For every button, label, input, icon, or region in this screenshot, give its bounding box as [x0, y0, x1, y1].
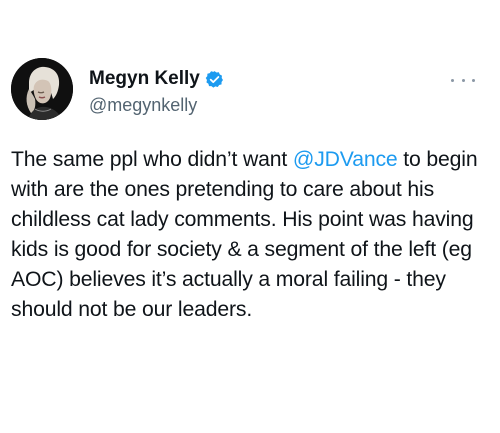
tweet-text-before-mention: The same ppl who didn’t want — [11, 148, 293, 171]
tweet-text-after-mention: to begin with are the ones pretending to… — [11, 148, 478, 321]
author-avatar[interactable] — [11, 58, 73, 120]
more-dot-icon — [461, 78, 465, 82]
mention-link[interactable]: @JDVance — [293, 148, 398, 171]
more-dot-icon — [451, 78, 454, 82]
tweet-text: The same ppl who didn’t want @JDVance to… — [11, 145, 491, 325]
author-handle[interactable]: @megynkelly — [89, 93, 419, 117]
tweet-paragraph: The same ppl who didn’t want @JDVance to… — [11, 145, 491, 325]
tweet-header: Megyn Kelly @megynkelly — [11, 58, 489, 120]
avatar-photo-icon — [11, 58, 73, 120]
author-identity: Megyn Kelly @megynkelly — [89, 66, 419, 116]
verified-badge-icon — [205, 70, 224, 89]
more-dot-icon — [472, 78, 475, 82]
author-display-name[interactable]: Megyn Kelly — [89, 66, 200, 92]
author-name-row: Megyn Kelly — [89, 66, 419, 92]
tweet-card: Megyn Kelly @megynkelly The same ppl who… — [0, 0, 500, 433]
more-options-button[interactable] — [451, 75, 475, 85]
